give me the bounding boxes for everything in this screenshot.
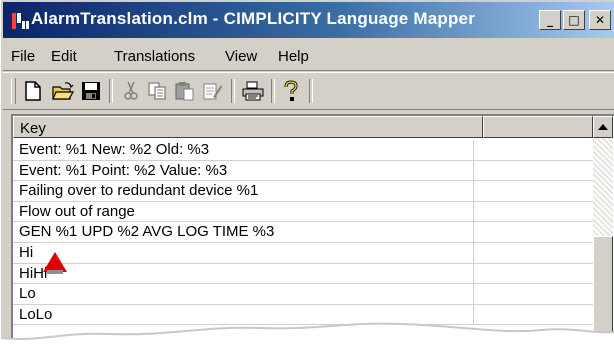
paste-icon (175, 82, 194, 101)
menu-bar: File Edit Translations View Help (3, 40, 614, 71)
cut-icon (124, 81, 138, 100)
new-document-button[interactable] (21, 79, 45, 103)
list-rows: Event: %1 New: %2 Old: %3 Event: %1 Poin… (13, 140, 593, 326)
window-title: AlarmTranslation.clm - CIMPLICITY Langua… (31, 9, 476, 28)
toolbar-grip[interactable] (11, 78, 16, 104)
save-button[interactable] (79, 79, 103, 103)
list-row[interactable]: Flow out of range (13, 201, 593, 223)
key-cell: Hi (19, 243, 34, 261)
toolbar (3, 72, 614, 110)
paste-button[interactable] (173, 79, 197, 103)
save-icon (82, 82, 100, 100)
list-row[interactable]: Event: %1 Point: %2 Value: %3 (13, 160, 593, 182)
toolbar-separator (271, 79, 275, 103)
column-header-key[interactable]: Key (13, 116, 483, 138)
title-bar[interactable]: AlarmTranslation.clm - CIMPLICITY Langua… (3, 2, 614, 38)
key-cell: Failing over to redundant device %1 (19, 182, 259, 200)
red-triangle-marker (43, 252, 67, 274)
application-window: AlarmTranslation.clm - CIMPLICITY Langua… (0, 0, 614, 360)
open-folder-icon (52, 82, 74, 100)
key-cell: Event: %1 Point: %2 Value: %3 (19, 161, 228, 179)
help-icon (284, 80, 298, 101)
close-icon: ✕ (594, 13, 606, 27)
print-button[interactable] (241, 79, 265, 103)
list-row[interactable]: Lo (13, 284, 593, 305)
key-cell: Event: %1 New: %2 Old: %3 (19, 141, 210, 158)
help-button[interactable] (279, 79, 303, 103)
properties-icon (203, 83, 222, 100)
minimize-icon: _ (547, 13, 553, 27)
menu-view[interactable]: View (225, 48, 257, 65)
maximize-icon: □ (568, 13, 580, 27)
column-header-translation[interactable] (483, 116, 593, 138)
menu-translations[interactable]: Translations (114, 48, 195, 65)
toolbar-separator (309, 79, 313, 103)
menu-edit[interactable]: Edit (51, 48, 77, 65)
key-cell: Lo (19, 285, 36, 303)
list-row[interactable]: Failing over to redundant device %1 (13, 181, 593, 202)
copy-icon (148, 82, 166, 100)
properties-button[interactable] (201, 79, 225, 103)
key-cell: Flow out of range (19, 202, 135, 220)
copy-button[interactable] (145, 79, 169, 103)
torn-edge (1, 322, 614, 360)
list-row[interactable]: Event: %1 New: %2 Old: %3 (13, 140, 593, 161)
minimize-button[interactable]: _ (539, 10, 561, 30)
print-icon (242, 81, 264, 101)
list-row[interactable]: Hi (13, 242, 593, 264)
menu-file[interactable]: File (11, 48, 35, 65)
toolbar-separator (231, 79, 235, 103)
open-button[interactable] (51, 79, 75, 103)
key-cell: GEN %1 UPD %2 AVG LOG TIME %3 (19, 223, 275, 241)
list-row[interactable]: HiHi (13, 263, 593, 285)
scroll-up-button[interactable] (593, 116, 613, 138)
maximize-button[interactable]: □ (563, 10, 585, 30)
close-button[interactable]: ✕ (589, 10, 611, 30)
cut-button[interactable] (119, 79, 143, 103)
menu-help[interactable]: Help (278, 48, 309, 65)
list-row[interactable]: GEN %1 UPD %2 AVG LOG TIME %3 (13, 222, 593, 243)
up-arrow-icon (598, 124, 608, 130)
toolbar-separator (109, 79, 113, 103)
language-mapper-icon (12, 13, 29, 29)
new-document-icon (25, 81, 41, 101)
